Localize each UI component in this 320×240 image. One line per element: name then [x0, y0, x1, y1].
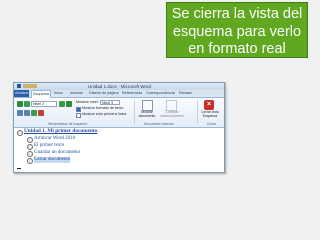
move-down-icon[interactable]	[24, 110, 30, 116]
tab-revisar[interactable]: Revisar	[179, 90, 192, 97]
move-up-icon[interactable]	[17, 110, 23, 116]
show-text-format-checkbox[interactable]	[76, 107, 81, 112]
expand-plus-icon[interactable]	[27, 137, 33, 143]
group-label-outline-tools: Herramientas de esquema	[48, 122, 87, 126]
tab-correspondencia[interactable]: Correspondencia	[146, 90, 175, 97]
show-document-label: Mostrar documento	[138, 110, 156, 118]
tab-inicio[interactable]: Inicio	[54, 90, 63, 97]
show-level-label: Mostrar nivel:	[76, 100, 99, 104]
demote-icon[interactable]	[59, 101, 65, 107]
tab-esquema[interactable]: Esquema	[31, 90, 52, 98]
window-controls	[198, 84, 222, 97]
expand-plus-icon[interactable]	[27, 151, 33, 157]
word-window-screenshot: Unidad 1.docx - Microsoft Word Archivo E…	[13, 82, 225, 173]
window-title: Unidad 1.docx - Microsoft Word	[88, 84, 151, 89]
callout-line-3: en formato real	[188, 41, 286, 57]
show-level-select[interactable]: Nivel 3	[100, 100, 120, 105]
outline-item[interactable]: Arrancar Word 2010	[34, 136, 75, 142]
outline-item[interactable]: Guardar un documento	[34, 150, 80, 156]
close-outline-view-icon[interactable]: ×	[204, 100, 214, 110]
show-text-format-label: Mostrar formato de texto	[82, 106, 124, 110]
show-first-line-checkbox[interactable]	[76, 113, 81, 118]
callout-box: Se cierra la vista del esquema para verl…	[166, 2, 308, 58]
tab-insertar[interactable]: Insertar	[70, 90, 83, 97]
outline-heading-1[interactable]: Unidad 1. Mi primer documento	[24, 128, 97, 134]
document-body: Unidad 1. Mi primer documento Arrancar W…	[14, 128, 224, 172]
show-first-line-label: Mostrar sólo primera línea	[82, 112, 127, 116]
ribbon-panel: Nivel 2 Mostrar nivel: Nivel 3 Mostrar f…	[14, 98, 224, 128]
tab-referencias[interactable]: Referencias	[122, 90, 142, 97]
expand-plus-icon[interactable]	[27, 158, 33, 164]
group-label-master-document: Documento maestro	[144, 122, 174, 126]
ribbon-tabs: Archivo Esquema Inicio Insertar Diseño d…	[14, 90, 224, 98]
title-bar: Unidad 1.docx - Microsoft Word	[14, 83, 224, 97]
expand-plus-icon[interactable]	[27, 144, 33, 150]
quick-access-toolbar[interactable]	[23, 84, 37, 88]
slide-background: Se cierra la vista del esquema para verl…	[0, 0, 320, 240]
group-label-close: Cerrar	[207, 122, 217, 126]
outline-item[interactable]: El primer texto	[34, 143, 64, 149]
close-outline-view-button[interactable]: Cerrar vista Esquema	[198, 110, 222, 118]
promote-to-heading-icon[interactable]	[17, 101, 23, 107]
collapse-icon[interactable]	[38, 110, 44, 116]
end-of-document-marker	[17, 168, 21, 169]
demote-to-body-icon[interactable]	[66, 101, 72, 107]
outline-item-selected[interactable]: Cerrar documento	[34, 157, 71, 163]
callout-line-1: Se cierra la vista del	[171, 6, 303, 22]
tab-diseno-pagina[interactable]: Diseño de página	[89, 90, 119, 97]
promote-icon[interactable]	[24, 101, 30, 107]
collapse-subdocuments-label: Contraer subdocumentos	[160, 110, 184, 118]
outline-level-select[interactable]: Nivel 2	[31, 101, 57, 107]
expand-plus-icon[interactable]	[17, 130, 23, 136]
expand-icon[interactable]	[31, 110, 37, 116]
group-separator	[134, 100, 135, 124]
callout-line-2: esquema para verlo	[172, 23, 302, 40]
tab-archivo[interactable]: Archivo	[14, 90, 29, 97]
word-app-icon	[17, 84, 21, 88]
